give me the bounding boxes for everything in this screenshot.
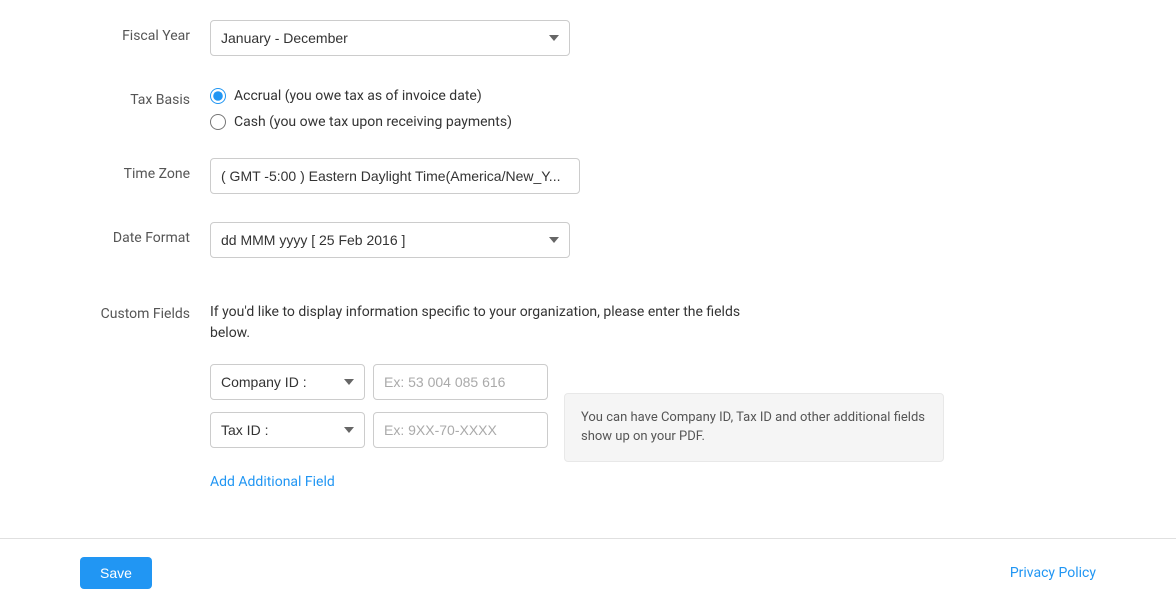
timezone-input[interactable] <box>210 158 580 194</box>
cash-label: Cash (you owe tax upon receiving payment… <box>234 114 512 130</box>
company-id-input[interactable] <box>373 364 548 400</box>
accrual-radio[interactable] <box>210 88 226 104</box>
date-format-control: dd MMM yyyy [ 25 Feb 2016 ] MM/dd/yyyy [… <box>210 222 1096 258</box>
tax-basis-row: Tax Basis Accrual (you owe tax as of inv… <box>80 84 1096 130</box>
date-format-select[interactable]: dd MMM yyyy [ 25 Feb 2016 ] MM/dd/yyyy [… <box>210 222 570 258</box>
tax-id-input[interactable] <box>373 412 548 448</box>
timezone-label: Time Zone <box>80 158 210 182</box>
tax-basis-radio-group: Accrual (you owe tax as of invoice date)… <box>210 84 1096 130</box>
date-format-label: Date Format <box>80 222 210 246</box>
custom-fields-grid: Company ID : Tax ID : VAT Number : Tax I… <box>210 364 1096 490</box>
tax-basis-accrual[interactable]: Accrual (you owe tax as of invoice date) <box>210 88 1096 104</box>
fiscal-year-label: Fiscal Year <box>80 20 210 44</box>
custom-fields-label: Custom Fields <box>80 302 210 322</box>
tax-basis-control: Accrual (you owe tax as of invoice date)… <box>210 84 1096 130</box>
company-id-row: Company ID : Tax ID : VAT Number : <box>210 364 548 400</box>
custom-fields-section: Custom Fields If you'd like to display i… <box>80 302 1096 490</box>
tax-basis-label: Tax Basis <box>80 84 210 108</box>
tax-id-select[interactable]: Tax ID : Company ID : VAT Number : <box>210 412 365 448</box>
custom-fields-description: If you'd like to display information spe… <box>210 302 750 344</box>
fiscal-year-control: January - December February - January Ma… <box>210 20 1096 56</box>
timezone-row: Time Zone <box>80 158 1096 194</box>
fiscal-year-row: Fiscal Year January - December February … <box>80 20 1096 56</box>
tax-basis-cash[interactable]: Cash (you owe tax upon receiving payment… <box>210 114 1096 130</box>
footer: Save Privacy Policy <box>0 538 1176 607</box>
timezone-control <box>210 158 1096 194</box>
custom-fields-content: If you'd like to display information spe… <box>210 302 1096 490</box>
company-id-select[interactable]: Company ID : Tax ID : VAT Number : <box>210 364 365 400</box>
tax-id-row: Tax ID : Company ID : VAT Number : <box>210 412 548 448</box>
add-additional-field-link[interactable]: Add Additional Field <box>210 474 548 490</box>
privacy-policy-link[interactable]: Privacy Policy <box>1010 565 1096 581</box>
custom-fields-inputs: Company ID : Tax ID : VAT Number : Tax I… <box>210 364 548 490</box>
custom-fields-info-box: You can have Company ID, Tax ID and othe… <box>564 393 944 462</box>
main-form: Fiscal Year January - December February … <box>0 0 1176 538</box>
accrual-label: Accrual (you owe tax as of invoice date) <box>234 88 482 104</box>
save-button[interactable]: Save <box>80 557 152 589</box>
date-format-row: Date Format dd MMM yyyy [ 25 Feb 2016 ] … <box>80 222 1096 258</box>
cash-radio[interactable] <box>210 114 226 130</box>
fiscal-year-select[interactable]: January - December February - January Ma… <box>210 20 570 56</box>
